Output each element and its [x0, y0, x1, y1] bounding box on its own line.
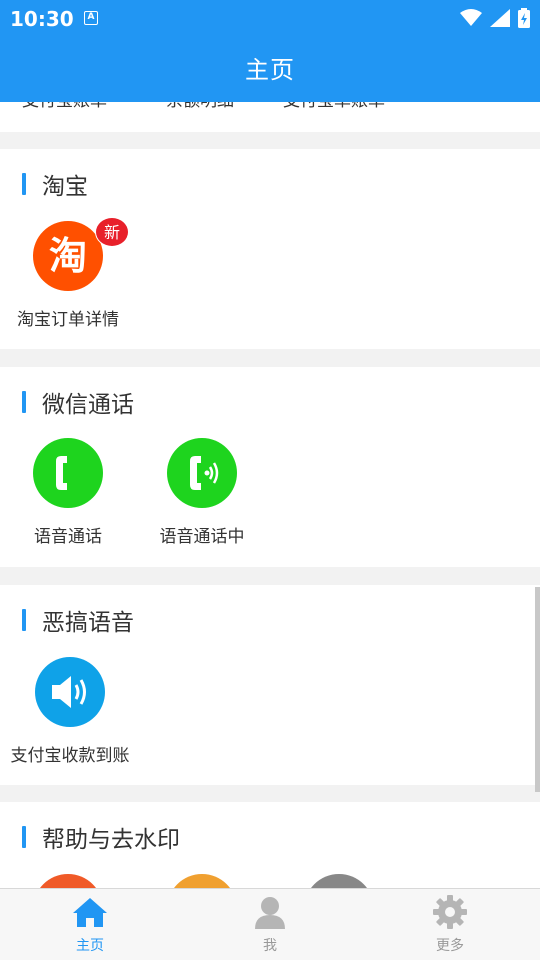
item-label[interactable]: 支付宝账单 — [22, 102, 107, 111]
phone-icon — [33, 438, 103, 508]
signal-icon — [490, 9, 510, 27]
payments-section: 支付宝账单 余额明细 支付宝单账单 — [0, 102, 540, 132]
status-time: 10:30 — [10, 7, 74, 31]
scrollbar[interactable] — [535, 587, 540, 792]
item-label: 淘宝订单详情 — [17, 310, 119, 330]
taobao-icon: 淘 新 — [33, 217, 129, 291]
watermark-item[interactable] — [137, 874, 267, 888]
section-header: 恶搞语音 — [22, 603, 134, 637]
app-bar: 主页 — [0, 38, 540, 102]
help-icon — [33, 874, 103, 888]
more-tools-item[interactable] — [274, 874, 404, 888]
tab-label: 更多 — [436, 938, 464, 954]
voice-call-item[interactable]: 语音通话 — [3, 438, 133, 547]
status-bar: 10:30 A — [0, 0, 540, 38]
home-icon — [73, 898, 107, 927]
taobao-order-item[interactable]: 淘 新 淘宝订单详情 — [3, 217, 133, 330]
watermark-icon — [167, 874, 237, 888]
section-accent-bar — [22, 826, 26, 848]
section-title: 微信通话 — [42, 392, 134, 418]
page-title: 主页 — [245, 56, 295, 84]
voice-calling-item[interactable]: 语音通话中 — [137, 438, 267, 547]
section-header: 淘宝 — [22, 167, 88, 201]
speaker-icon — [35, 657, 105, 727]
tab-label: 主页 — [76, 938, 104, 954]
gear-icon — [433, 895, 467, 929]
phone-calling-icon — [167, 438, 237, 508]
tab-me[interactable]: 我 — [220, 895, 320, 955]
item-label[interactable]: 余额明细 — [166, 102, 234, 111]
item-label: 语音通话中 — [159, 527, 245, 547]
help-watermark-section: 帮助与去水印 — [0, 802, 540, 888]
section-title: 恶搞语音 — [42, 610, 134, 636]
section-accent-bar — [22, 609, 26, 631]
tab-label: 我 — [263, 938, 277, 954]
item-label: 语音通话 — [34, 527, 102, 547]
alipay-receipt-item[interactable]: 支付宝收款到账 — [5, 657, 135, 766]
home-content[interactable]: 支付宝账单 余额明细 支付宝单账单 淘宝 淘 新 淘宝订单详情 微信通话 语音通… — [0, 102, 540, 888]
section-title: 帮助与去水印 — [42, 827, 180, 853]
wechat-call-section: 微信通话 语音通话 语音通话中 — [0, 367, 540, 567]
section-accent-bar — [22, 173, 26, 195]
prank-voice-section: 恶搞语音 支付宝收款到账 — [0, 585, 540, 785]
section-header: 微信通话 — [22, 385, 134, 419]
taobao-section: 淘宝 淘 新 淘宝订单详情 — [0, 149, 540, 349]
item-label[interactable]: 支付宝单账单 — [283, 102, 385, 111]
person-icon — [255, 897, 285, 929]
wifi-icon — [460, 9, 482, 26]
section-accent-bar — [22, 391, 26, 413]
tab-home[interactable]: 主页 — [40, 895, 140, 955]
new-badge: 新 — [95, 217, 129, 247]
section-header: 帮助与去水印 — [22, 820, 180, 854]
notification-icon: A — [84, 11, 98, 25]
battery-icon — [518, 8, 530, 28]
item-label: 支付宝收款到账 — [10, 746, 130, 766]
tab-more[interactable]: 更多 — [400, 895, 500, 955]
section-title: 淘宝 — [42, 174, 88, 200]
bottom-nav: 主页 我 更多 — [0, 888, 540, 960]
help-item[interactable] — [3, 874, 133, 888]
more-icon — [304, 874, 374, 888]
